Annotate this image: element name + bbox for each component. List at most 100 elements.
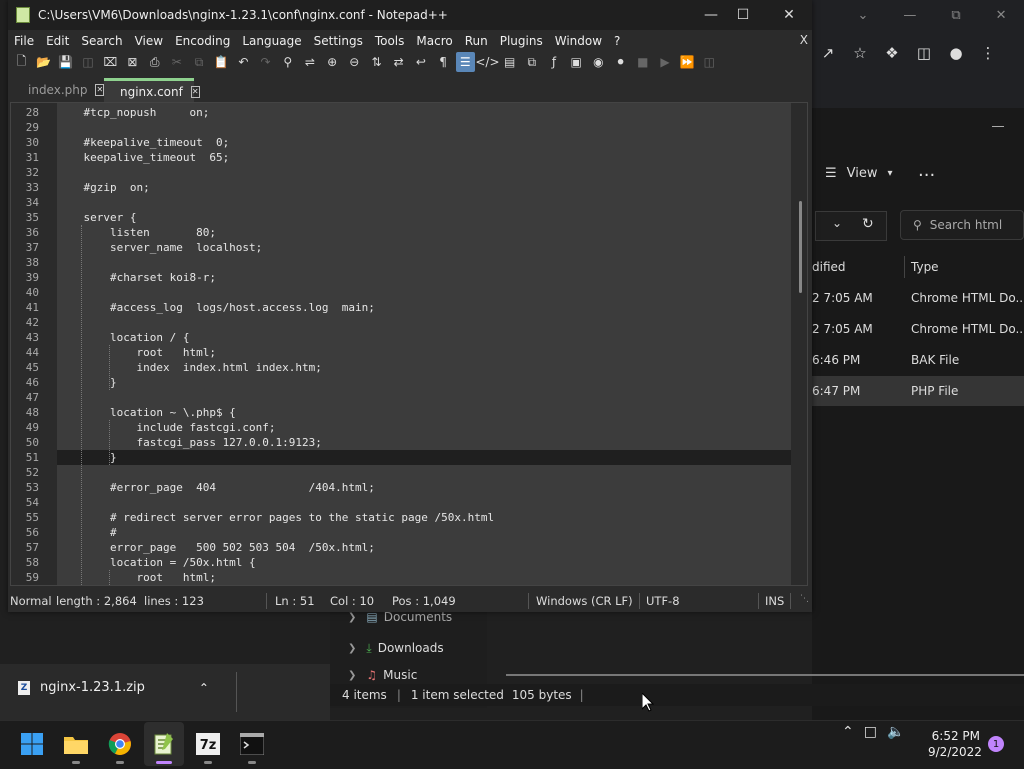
menu-view[interactable]: View xyxy=(129,34,169,48)
line-number[interactable]: 43 xyxy=(11,330,39,345)
sidebar-icon[interactable]: ◫ xyxy=(908,37,940,69)
nav-item-downloads[interactable]: ❯ ⤓ Downloads xyxy=(330,635,487,661)
minimize-icon[interactable]: — xyxy=(903,8,916,23)
line-number[interactable]: 56 xyxy=(11,525,39,540)
zoom-out-icon[interactable]: ⊖ xyxy=(345,52,364,72)
file-row[interactable]: 2 7:05 AM Chrome HTML Do... xyxy=(812,283,1024,313)
maximize-button[interactable]: ☐ xyxy=(720,0,766,30)
line-number[interactable]: 54 xyxy=(11,495,39,510)
line-number[interactable]: 50 xyxy=(11,435,39,450)
line-number[interactable]: 42 xyxy=(11,315,39,330)
close-file-icon[interactable]: ⌧ xyxy=(101,52,120,72)
menu-tools[interactable]: Tools xyxy=(369,34,411,48)
line-number[interactable]: 39 xyxy=(11,270,39,285)
menu-search[interactable]: Search xyxy=(75,34,128,48)
taskbar-chrome[interactable] xyxy=(100,722,140,766)
file-row[interactable]: 6:46 PM BAK File xyxy=(812,345,1024,375)
code-area[interactable]: #tcp_nopush on; #keepalive_timeout 0; ke… xyxy=(57,103,793,585)
status-eol[interactable]: Windows (CR LF) xyxy=(536,594,633,608)
clock[interactable]: 6:52 PM 9/2/2022 xyxy=(928,728,982,760)
menu-edit[interactable]: Edit xyxy=(40,34,75,48)
playback-icon[interactable]: ▶ xyxy=(655,52,674,72)
code-line[interactable]: # xyxy=(57,525,117,540)
menu-help[interactable]: ? xyxy=(608,34,626,48)
restore-icon[interactable]: ⧉ xyxy=(951,8,960,23)
line-number[interactable]: 31 xyxy=(11,150,39,165)
undo-icon[interactable]: ↶ xyxy=(234,52,253,72)
document-map-icon[interactable]: ▤ xyxy=(500,52,519,72)
record-macro-icon[interactable]: ⚫ xyxy=(611,52,630,72)
nav-item-music[interactable]: ❯ ♫ Music xyxy=(330,667,487,683)
line-number[interactable]: 45 xyxy=(11,360,39,375)
print-icon[interactable]: ⎙ xyxy=(145,52,164,72)
code-line[interactable]: location / { xyxy=(57,330,189,345)
search-input[interactable]: ⚲ Search html xyxy=(900,210,1024,240)
horizontal-scrollbar[interactable] xyxy=(506,674,1024,676)
menu-language[interactable]: Language xyxy=(236,34,307,48)
code-line[interactable]: include fastcgi.conf; xyxy=(57,420,275,435)
menu-settings[interactable]: Settings xyxy=(308,34,369,48)
show-all-characters-icon[interactable]: ¶ xyxy=(434,52,453,72)
line-number[interactable]: 34 xyxy=(11,195,39,210)
star-icon[interactable]: ☆ xyxy=(844,37,876,69)
line-number[interactable]: 37 xyxy=(11,240,39,255)
code-line[interactable]: location ~ \.php$ { xyxy=(57,405,236,420)
line-number[interactable]: 48 xyxy=(11,405,39,420)
code-line[interactable]: index index.html index.htm; xyxy=(57,360,321,375)
chevron-up-icon[interactable]: ⌃ xyxy=(842,724,854,740)
line-number[interactable]: 30 xyxy=(11,135,39,150)
zoom-in-icon[interactable]: ⊕ xyxy=(323,52,342,72)
close-tab-icon[interactable]: ✕ xyxy=(95,84,105,96)
chevron-up-icon[interactable]: ⌃ xyxy=(199,681,209,695)
status-encoding[interactable]: UTF-8 xyxy=(646,594,680,608)
extensions-icon[interactable]: ❖ xyxy=(876,37,908,69)
function-list-icon[interactable]: ƒ xyxy=(545,52,564,72)
code-line[interactable]: #tcp_nopush on; xyxy=(57,105,209,120)
code-line[interactable]: server { xyxy=(57,210,136,225)
line-number[interactable]: 49 xyxy=(11,420,39,435)
refresh-icon[interactable]: ↻ xyxy=(862,216,874,232)
line-number[interactable]: 46 xyxy=(11,375,39,390)
kebab-menu-icon[interactable]: ⋮ xyxy=(972,37,1004,69)
fold-margin[interactable] xyxy=(47,103,57,585)
word-wrap-icon[interactable]: ↩ xyxy=(411,52,430,72)
column-modified[interactable]: dified xyxy=(812,260,846,274)
open-file-icon[interactable]: 📂 xyxy=(34,52,53,72)
taskbar-file-explorer[interactable] xyxy=(56,722,96,766)
line-number[interactable]: 55 xyxy=(11,510,39,525)
monitoring-icon[interactable]: ◉ xyxy=(589,52,608,72)
volume-icon[interactable]: 🔈 xyxy=(887,724,904,740)
line-number[interactable]: 29 xyxy=(11,120,39,135)
line-number[interactable]: 28 xyxy=(11,105,39,120)
line-number[interactable]: 41 xyxy=(11,300,39,315)
line-number[interactable]: 57 xyxy=(11,540,39,555)
tab-nginx-conf[interactable]: nginx.conf ✕ xyxy=(104,78,200,102)
download-item[interactable]: Z nginx-1.23.1.zip ⌃ xyxy=(18,680,209,695)
code-line[interactable]: error_page 500 502 503 504 /50x.html; xyxy=(57,540,375,555)
close-icon[interactable]: ✕ xyxy=(996,8,1007,23)
chevron-down-icon[interactable]: ⌄ xyxy=(832,216,842,230)
paste-icon[interactable]: 📋 xyxy=(212,52,231,72)
taskbar-terminal[interactable] xyxy=(232,722,272,766)
title-bar[interactable]: C:\Users\VM6\Downloads\nginx-1.23.1\conf… xyxy=(8,0,812,30)
redo-icon[interactable]: ↷ xyxy=(256,52,275,72)
document-list-icon[interactable]: ⧉ xyxy=(522,52,541,72)
sync-vertical-icon[interactable]: ⇅ xyxy=(367,52,386,72)
line-number[interactable]: 53 xyxy=(11,480,39,495)
resize-grip-icon[interactable]: ⋱ xyxy=(800,594,809,604)
line-number[interactable]: 52 xyxy=(11,465,39,480)
code-line[interactable]: #keepalive_timeout 0; xyxy=(57,135,229,150)
taskbar-notepadpp[interactable] xyxy=(144,722,184,766)
run-macro-multiple-icon[interactable]: ⏩ xyxy=(678,52,697,72)
menu-macro[interactable]: Macro xyxy=(410,34,458,48)
explorer-minimize-icon[interactable] xyxy=(992,126,1004,127)
code-editor[interactable]: 28 29 30 31 32 33 34 35 36 37 38 39 40 41 42 43 44 45 46 47… xyxy=(10,102,808,586)
save-icon[interactable]: 💾 xyxy=(56,52,75,72)
line-number[interactable]: 38 xyxy=(11,255,39,270)
menu-file[interactable]: File xyxy=(8,34,40,48)
indent-guide-icon[interactable]: ☰ xyxy=(455,52,475,72)
code-line[interactable]: fastcgi_pass 127.0.0.1:9123; xyxy=(57,435,321,450)
menu-window[interactable]: Window xyxy=(549,34,608,48)
line-number[interactable]: 59 xyxy=(11,570,39,585)
scrollbar-thumb[interactable] xyxy=(799,201,802,293)
